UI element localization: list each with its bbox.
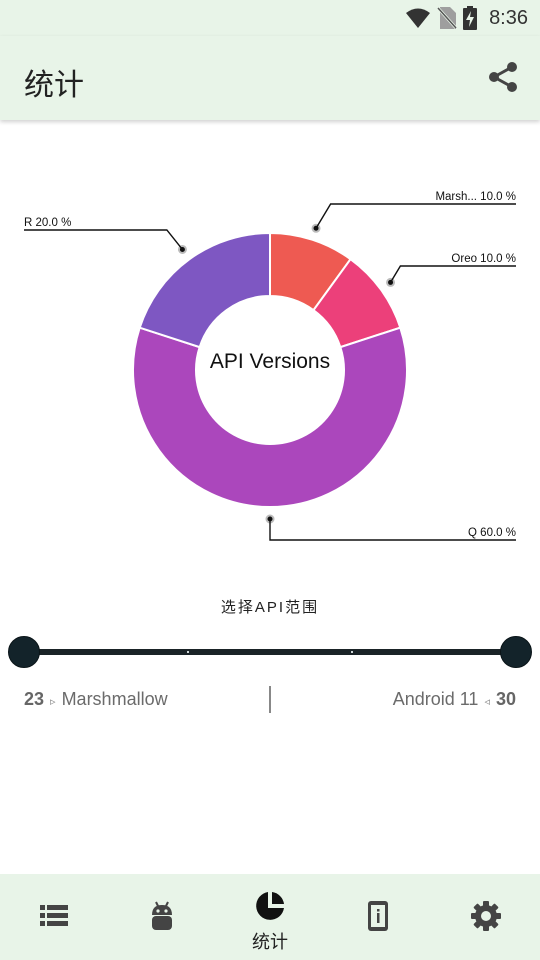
slice-label: R 20.0 %: [24, 217, 71, 229]
range-max-name: Android 11: [392, 689, 479, 709]
leader-line: [315, 203, 516, 229]
slider-max-thumb[interactable]: [500, 636, 532, 668]
device-info-icon: [368, 901, 388, 931]
nav-label-statistics: 统计: [252, 932, 288, 952]
range-min-name: Marshmallow: [61, 689, 168, 709]
slider-tick: [351, 651, 353, 653]
slider-tick: [187, 651, 189, 653]
status-icons: 8:36: [405, 6, 528, 30]
range-label: 选择API范围: [220, 599, 320, 616]
battery-charging-icon: [463, 6, 478, 30]
chart-center-label: API Versions: [209, 350, 331, 373]
bottom-nav: 统计: [0, 874, 540, 960]
range-min-api: 23: [24, 689, 45, 709]
no-sim-icon: [437, 6, 458, 30]
range-min-label: 23 ▹ Marshmallow: [24, 689, 168, 710]
nav-item-statistics[interactable]: 统计: [216, 874, 324, 960]
range-min-arrow: ▹: [50, 696, 56, 708]
range-max-arrow: ◃: [484, 696, 490, 708]
android-icon: [152, 901, 172, 930]
slice-label: Oreo 10.0 %: [451, 253, 516, 265]
slice-label: Q 60.0 %: [468, 527, 516, 539]
page-title: 统计: [24, 69, 84, 102]
wifi-icon: [406, 8, 431, 28]
list-icon: [40, 905, 68, 926]
leader-line: [389, 265, 516, 283]
api-versions-chart: Marsh... 10.0 % Oreo 10.0 % Q 60.0 % R 20.0…: [0, 120, 540, 580]
status-time: 8:36: [489, 6, 528, 29]
nav-item-list[interactable]: [0, 874, 108, 960]
nav-item-android[interactable]: [108, 874, 216, 960]
nav-item-device-info[interactable]: [324, 874, 432, 960]
range-max-label: Android 11 ◃ 30: [393, 689, 516, 710]
slider-min-thumb[interactable]: [8, 636, 40, 668]
slice-label: Marsh... 10.0 %: [435, 191, 516, 203]
api-range-slider[interactable]: [8, 636, 532, 668]
status-bar: 8:36: [0, 0, 540, 36]
range-divider: [269, 686, 271, 713]
settings-icon: [471, 901, 501, 931]
range-max-api: 30: [495, 689, 516, 709]
pie-chart-icon: [256, 892, 284, 920]
nav-item-settings[interactable]: [432, 874, 540, 960]
share-icon[interactable]: [486, 60, 520, 94]
slider-track[interactable]: [24, 649, 516, 655]
leader-line: [24, 229, 183, 250]
app-bar: 统计: [0, 36, 540, 120]
